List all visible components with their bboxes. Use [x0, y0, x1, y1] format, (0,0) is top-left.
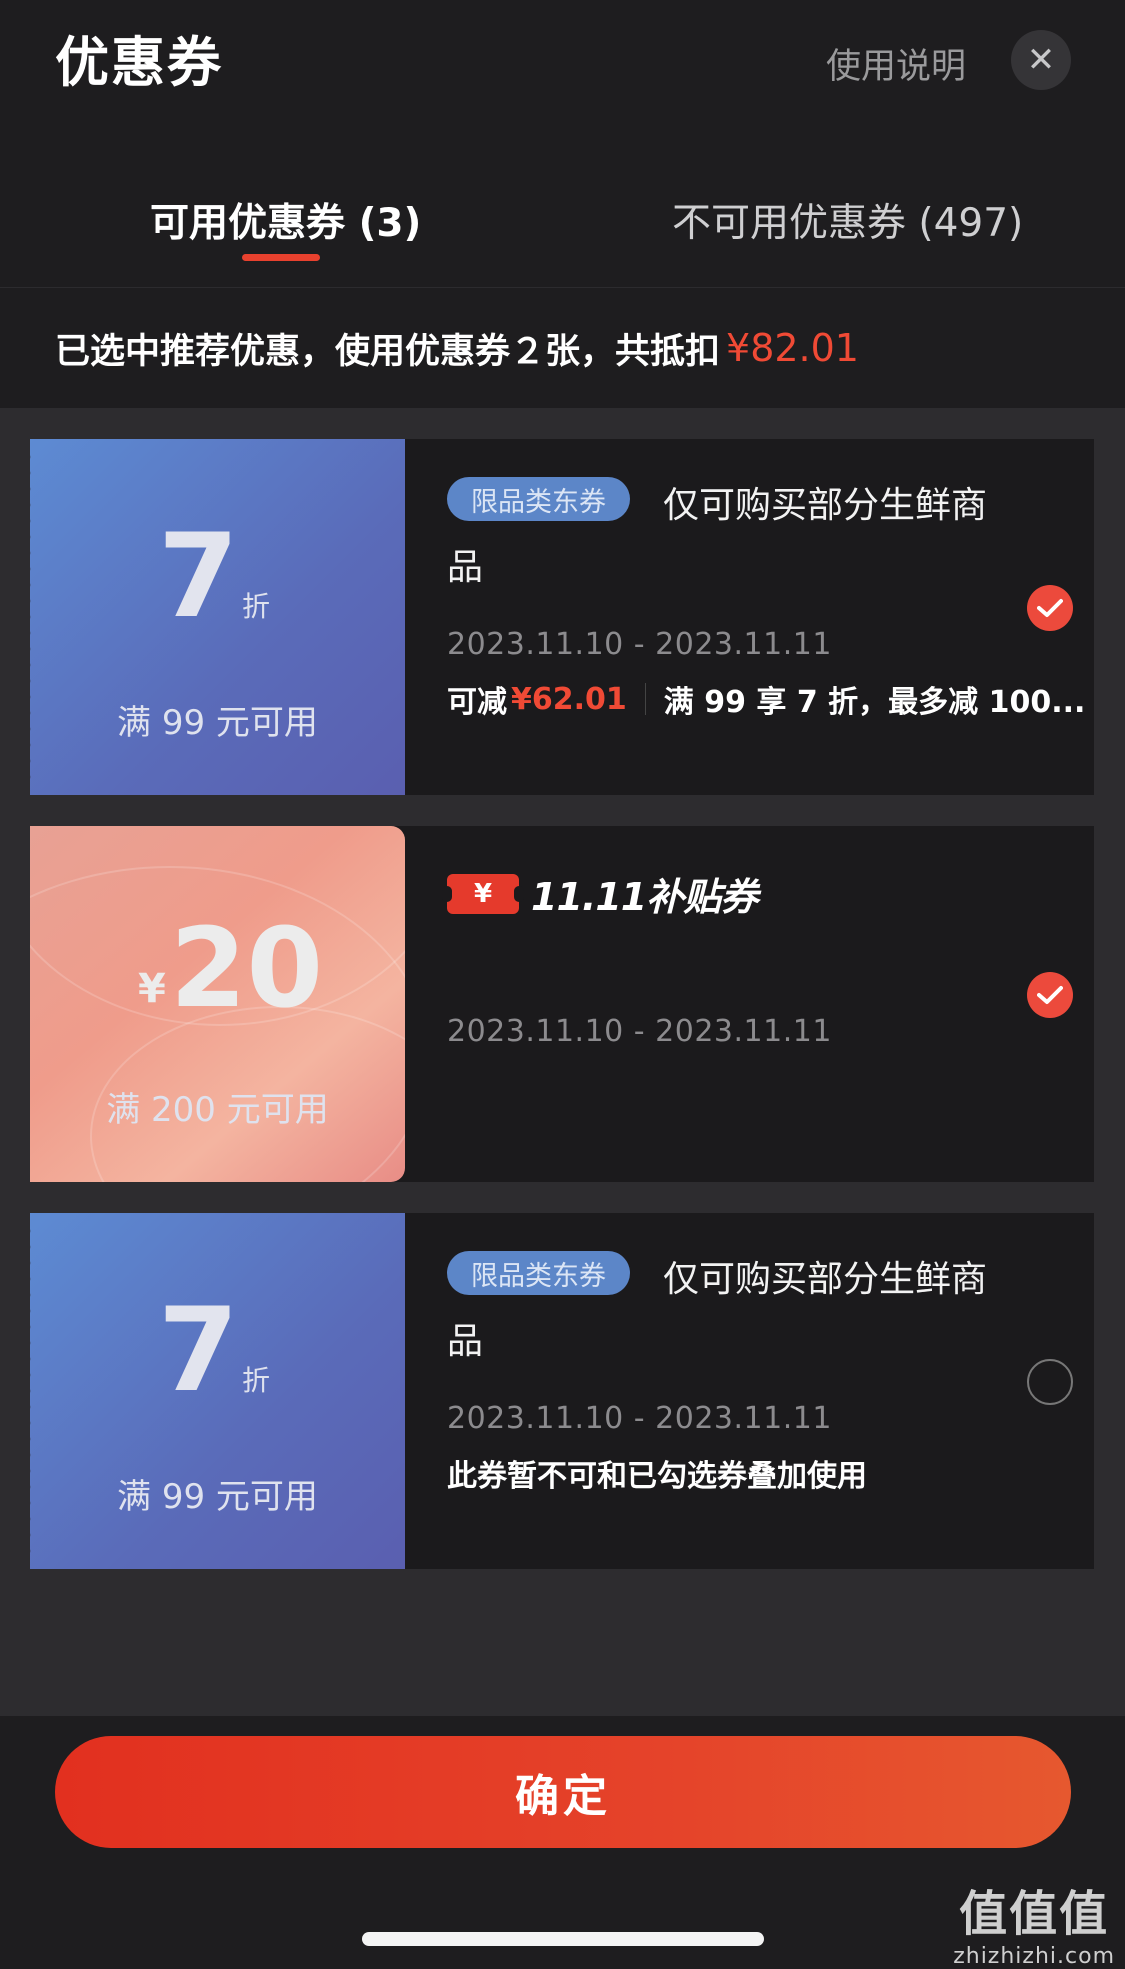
coupon-condition: 满 99 元可用 — [117, 1477, 318, 1517]
coupon-deduction: 可减 ¥62.01 满 99 享 7 折，最多减 100... — [447, 677, 1085, 721]
deduct-label: 可减 — [447, 685, 507, 720]
discount-unit: 折 — [242, 1364, 271, 1397]
coupon-note: 此券暂不可和已勾选券叠加使用 — [447, 1451, 867, 1495]
tab-unavailable-coupons[interactable]: 不可用优惠券 (497) — [672, 192, 1023, 248]
coupon-checkbox[interactable] — [1027, 972, 1073, 1018]
active-tab-indicator — [242, 254, 320, 261]
usage-instructions-link[interactable]: 使用说明 — [826, 38, 966, 89]
coupon-stub: 7 折 满 99 元可用 — [24, 439, 405, 795]
coupon-info: ¥ 11.11补贴券 2023.11.10 - 2023.11.11 — [442, 826, 1094, 1182]
checkmark-icon — [1037, 986, 1063, 1004]
selection-summary: 已选中推荐优惠，使用优惠券２张，共抵扣 ¥82.01 — [0, 288, 1125, 408]
category-tag: 限品类东券 — [447, 1251, 630, 1295]
deduct-amount: ¥62.01 — [511, 681, 627, 717]
close-icon: ✕ — [1026, 40, 1056, 80]
category-tag: 限品类东券 — [447, 477, 630, 521]
coupon-card[interactable]: 7 折 满 99 元可用 仅可购买部分生鲜商品 限品类东券 2023.11.10… — [24, 1213, 1094, 1569]
watermark-logo: 值值值 zhizhizhi.com — [953, 1874, 1115, 1969]
confirm-button[interactable]: 确定 — [55, 1736, 1071, 1848]
watermark-main: 值值值 — [959, 1886, 1110, 1942]
coupon-stub: ¥ 20 满 200 元可用 — [30, 826, 405, 1182]
coupon-checkbox[interactable] — [1027, 1359, 1073, 1405]
currency-symbol: ¥ — [138, 966, 166, 1012]
discount-value: 7 — [158, 509, 239, 644]
coupon-condition: 满 99 元可用 — [117, 703, 318, 743]
ticket-icon: ¥ — [442, 873, 524, 914]
coupon-stub: 7 折 满 99 元可用 — [24, 1213, 405, 1569]
summary-amount: ¥82.01 — [726, 326, 859, 370]
sheet-header: 优惠券 使用说明 ✕ — [0, 0, 1125, 120]
brand-text: 11.11补贴券 — [531, 875, 758, 919]
summary-text: 已选中推荐优惠，使用优惠券２张，共抵扣 — [55, 331, 721, 372]
coupon-list: 7 折 满 99 元可用 仅可购买部分生鲜商品 限品类东券 2023.11.10… — [0, 408, 1125, 1716]
subsidy-brand-logo: ¥ 11.11补贴券 — [442, 866, 758, 921]
footer: 确定 值值值 zhizhizhi.com — [0, 1716, 1125, 1969]
stacking-note: 此券暂不可和已勾选券叠加使用 — [447, 1459, 867, 1494]
tab-available-coupons[interactable]: 可用优惠券 (3) — [150, 192, 421, 248]
coupon-checkbox[interactable] — [1027, 585, 1073, 631]
coupon-info: 仅可购买部分生鲜商品 限品类东券 2023.11.10 - 2023.11.11… — [447, 1213, 1094, 1569]
divider — [644, 683, 646, 715]
home-indicator[interactable] — [362, 1932, 764, 1946]
coupon-rule: 满 99 享 7 折，最多减 100... — [663, 685, 1086, 720]
coupon-validity: 2023.11.10 - 2023.11.11 — [447, 1401, 832, 1436]
checkmark-icon — [1037, 599, 1063, 617]
coupon-validity: 2023.11.10 - 2023.11.11 — [447, 627, 832, 662]
coupon-validity: 2023.11.10 - 2023.11.11 — [447, 1014, 832, 1049]
coupon-amount: 20 — [170, 904, 324, 1032]
coupon-card[interactable]: ¥ 20 满 200 元可用 ¥ 11.11补贴券 2023.11.10 - 2… — [30, 826, 1094, 1182]
close-button[interactable]: ✕ — [1011, 30, 1071, 90]
discount-value: 7 — [158, 1283, 239, 1418]
page-title: 优惠券 — [55, 31, 223, 94]
coupon-tabs: 可用优惠券 (3) 不可用优惠券 (497) — [0, 170, 1125, 288]
coupon-condition: 满 200 元可用 — [106, 1090, 329, 1130]
discount-unit: 折 — [242, 590, 271, 623]
coupon-card[interactable]: 7 折 满 99 元可用 仅可购买部分生鲜商品 限品类东券 2023.11.10… — [24, 439, 1094, 795]
watermark-sub: zhizhizhi.com — [953, 1944, 1115, 1969]
coupon-info: 仅可购买部分生鲜商品 限品类东券 2023.11.10 - 2023.11.11… — [447, 439, 1094, 795]
